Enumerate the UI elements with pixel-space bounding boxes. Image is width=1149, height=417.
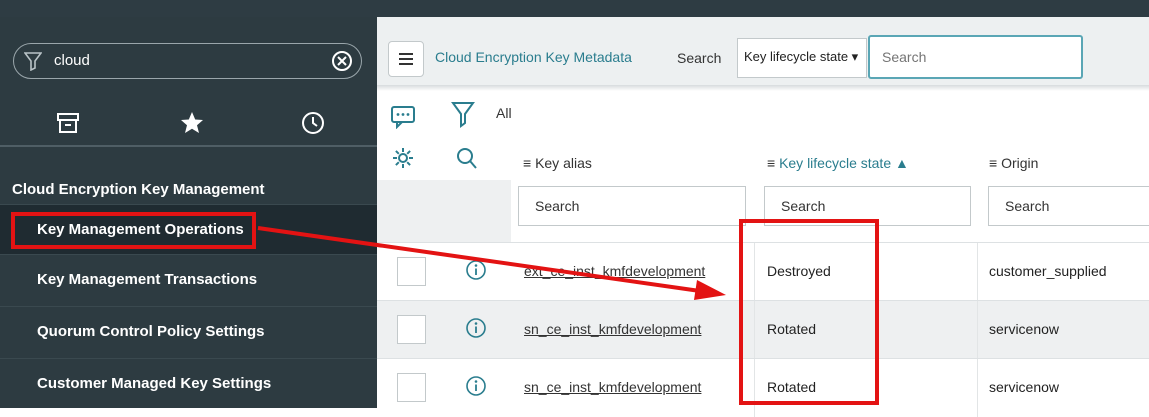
sidebar-item-label: Customer Managed Key Settings bbox=[37, 375, 272, 392]
column-divider bbox=[977, 359, 978, 417]
key-alias-link[interactable]: ext_ce_inst_kmfdevelopment bbox=[524, 263, 705, 279]
all-applications-icon[interactable] bbox=[53, 108, 83, 138]
search-field-select[interactable]: Key lifecycle state ▾ bbox=[737, 38, 867, 78]
filter-icon bbox=[23, 51, 43, 76]
column-divider bbox=[977, 243, 978, 301]
info-icon[interactable] bbox=[465, 317, 487, 344]
key-alias-link[interactable]: sn_ce_inst_kmfdevelopment bbox=[524, 379, 701, 395]
navigator-filter-value[interactable]: cloud bbox=[54, 52, 90, 69]
row-checkbox[interactable] bbox=[397, 373, 426, 402]
sidebar-item-customer-managed-key-settings[interactable]: Customer Managed Key Settings bbox=[0, 358, 377, 408]
column-header-key-alias[interactable]: ≡ Key alias bbox=[523, 155, 592, 171]
column-header-key-lifecycle-state[interactable]: ≡ Key lifecycle state ▲ bbox=[767, 155, 909, 171]
origin-cell: servicenow bbox=[989, 321, 1060, 337]
navigator-tabs bbox=[0, 102, 377, 147]
column-header-label: Origin bbox=[1001, 155, 1039, 171]
toolbar-shadow bbox=[377, 85, 1149, 91]
clear-filter-icon[interactable] bbox=[331, 50, 353, 77]
breadcrumb-all[interactable]: All bbox=[496, 105, 512, 121]
origin-cell: servicenow bbox=[989, 379, 1060, 395]
column-header-label: Key alias bbox=[535, 155, 592, 171]
filter-funnel-icon[interactable] bbox=[451, 101, 475, 134]
search-magnifier-icon[interactable] bbox=[455, 146, 479, 177]
sidebar-item-label: Quorum Control Policy Settings bbox=[37, 323, 265, 340]
column-menu-icon[interactable]: ≡ bbox=[523, 155, 531, 171]
navigator-filter[interactable]: cloud bbox=[13, 43, 362, 79]
row-checkbox[interactable] bbox=[397, 315, 426, 344]
annotation-highlight-box bbox=[11, 212, 256, 249]
tabs-divider bbox=[0, 145, 377, 147]
info-icon[interactable] bbox=[465, 259, 487, 286]
history-clock-icon[interactable] bbox=[298, 108, 328, 138]
column-header-origin[interactable]: ≡ Origin bbox=[989, 155, 1038, 171]
column-divider bbox=[977, 301, 978, 359]
filter-row-gutter bbox=[377, 180, 511, 242]
search-label: Search bbox=[677, 50, 722, 66]
info-icon[interactable] bbox=[465, 375, 487, 402]
origin-cell: customer_supplied bbox=[989, 263, 1107, 279]
list-menu-button[interactable] bbox=[388, 41, 424, 77]
settings-gear-icon[interactable] bbox=[391, 146, 415, 175]
list-title[interactable]: Cloud Encryption Key Metadata bbox=[435, 49, 632, 65]
key-alias-link[interactable]: sn_ce_inst_kmfdevelopment bbox=[524, 321, 701, 337]
favorites-star-icon[interactable] bbox=[177, 108, 207, 138]
key-alias-filter-input[interactable]: Search bbox=[518, 186, 746, 226]
top-banner bbox=[0, 0, 1149, 17]
application-navigator: cloud Cloud Encryption Key Management Ke… bbox=[0, 17, 377, 408]
sidebar-item-quorum-control-policy-settings[interactable]: Quorum Control Policy Settings bbox=[0, 306, 377, 356]
column-header-label: Key lifecycle state ▲ bbox=[779, 155, 909, 171]
column-menu-icon[interactable]: ≡ bbox=[989, 155, 997, 171]
row-checkbox[interactable] bbox=[397, 257, 426, 286]
annotation-highlight-box bbox=[739, 219, 879, 405]
list-toolbar: Cloud Encryption Key Metadata Search Key… bbox=[377, 17, 1149, 86]
column-menu-icon[interactable]: ≡ bbox=[767, 155, 775, 171]
conversation-icon[interactable] bbox=[390, 105, 416, 134]
origin-filter-input[interactable]: Search bbox=[988, 186, 1149, 226]
sidebar-item-key-management-transactions[interactable]: Key Management Transactions bbox=[0, 254, 377, 304]
list-search-input[interactable] bbox=[868, 35, 1083, 79]
sidebar-item-key-management-operations[interactable]: Key Management Operations bbox=[0, 204, 377, 254]
sidebar-item-label: Key Management Transactions bbox=[37, 271, 258, 288]
